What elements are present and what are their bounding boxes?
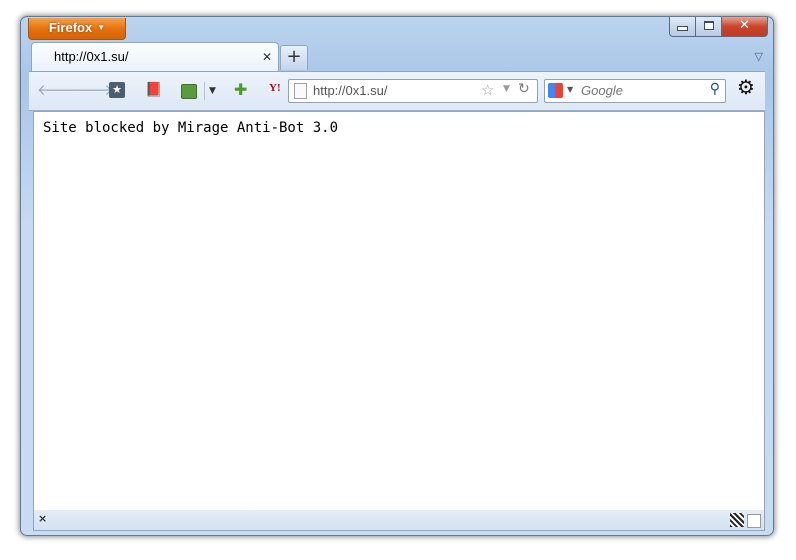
bookmark-star-icon[interactable]: ☆ (481, 81, 494, 99)
list-all-tabs-icon[interactable]: ▽ (755, 50, 763, 63)
page-content: Site blocked by Mirage Anti-Bot 3.0 (33, 111, 765, 511)
page-message: Site blocked by Mirage Anti-Bot 3.0 (43, 120, 339, 136)
firefox-menu-button[interactable]: Firefox ▼ (28, 18, 126, 40)
url-history-dropdown-icon[interactable]: ▼ (503, 84, 510, 94)
url-input[interactable] (313, 81, 473, 99)
qr-code-icon[interactable] (730, 513, 744, 527)
back-arrow-icon[interactable]: 🡐 (37, 81, 77, 99)
addon-puzzle-icon[interactable]: ✚ (234, 81, 247, 99)
tab-title: http://0x1.su/ (54, 49, 129, 64)
window-controls: ✕ (669, 17, 768, 37)
shopping-bag-icon[interactable] (181, 84, 197, 99)
resize-grip-icon[interactable] (747, 514, 761, 528)
search-engine-dropdown-icon[interactable]: ▼ (567, 85, 573, 94)
reload-icon[interactable]: ↻ (518, 81, 530, 97)
search-bar[interactable]: ▼ ⚲ (544, 79, 726, 103)
url-bar[interactable]: ☆ ▼ ↻ (288, 79, 538, 103)
chevron-down-icon[interactable]: ▼ (209, 82, 216, 100)
status-bar: × (33, 510, 765, 531)
toolbar-separator (204, 82, 205, 100)
firefox-menu-label: Firefox (48, 20, 93, 35)
maximize-button[interactable] (696, 17, 722, 37)
gear-icon[interactable]: ⚙ (737, 77, 755, 97)
search-input[interactable] (581, 81, 701, 99)
google-icon[interactable] (548, 83, 563, 98)
minimize-button[interactable] (669, 17, 696, 37)
close-statusbar-icon[interactable]: × (38, 512, 47, 525)
page-icon (294, 83, 307, 99)
read-later-icon[interactable]: 📕 (145, 81, 162, 99)
search-icon[interactable]: ⚲ (710, 81, 720, 97)
close-window-button[interactable]: ✕ (722, 17, 768, 37)
navigation-toolbar: 🡐 🡒 ★ 📕 ▼ ✚ Y! ☆ ▼ ↻ ▼ ⚲ ⚙ (29, 71, 765, 111)
tab-active[interactable]: http://0x1.su/ ✕ (31, 42, 279, 73)
forward-arrow-icon[interactable]: 🡒 (73, 81, 113, 99)
new-tab-button[interactable]: + (280, 45, 308, 70)
bookmarks-icon[interactable]: ★ (109, 82, 125, 98)
firefox-menu-caret-icon: ▼ (97, 23, 106, 32)
yahoo-icon[interactable]: Y! (269, 79, 281, 97)
tab-close-icon[interactable]: ✕ (262, 50, 272, 64)
browser-window: Firefox ▼ ✕ http://0x1.su/ ✕ + ▽ 🡐 🡒 ★ 📕 … (20, 16, 774, 536)
